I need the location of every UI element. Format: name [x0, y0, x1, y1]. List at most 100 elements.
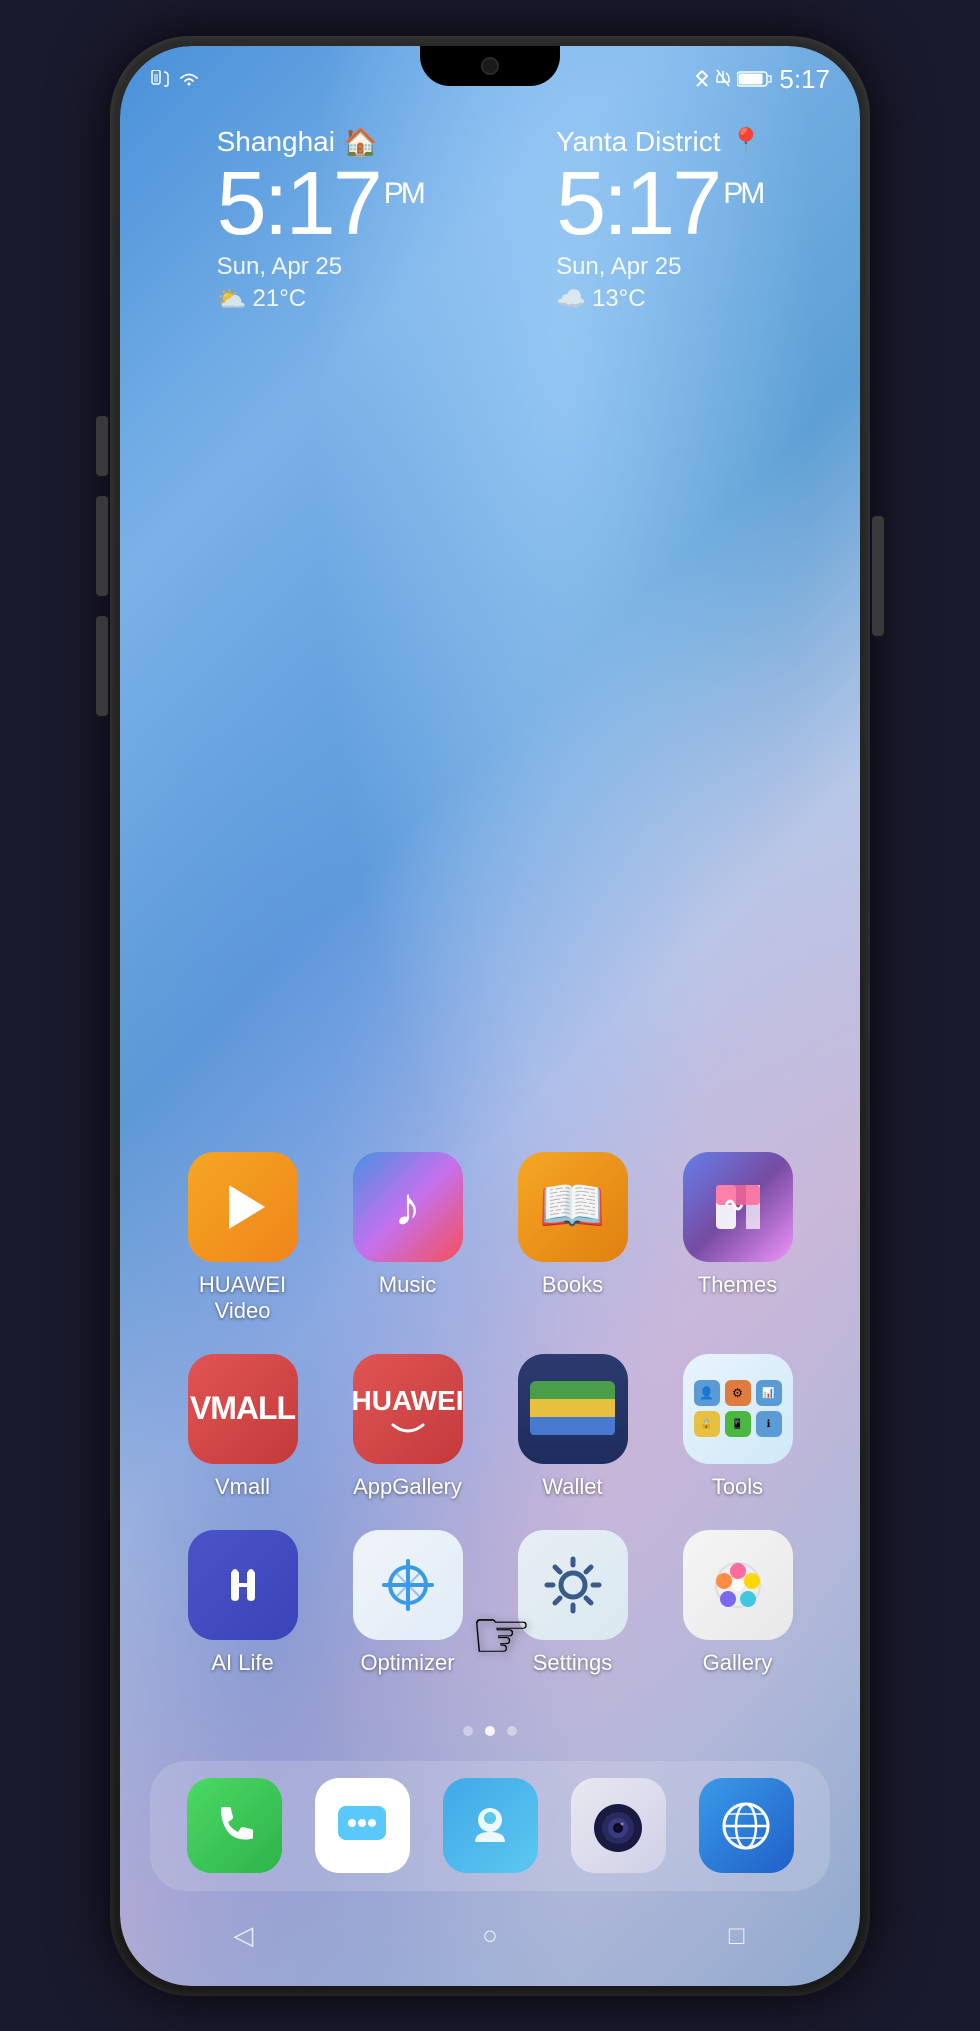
camera-icon — [588, 1796, 648, 1856]
volume-down-button[interactable] — [96, 496, 108, 596]
wallet-bar-yellow — [530, 1399, 615, 1417]
app-music[interactable]: ♪ Music — [338, 1152, 478, 1324]
location-icon: 📍 — [728, 126, 763, 159]
service-icon — [460, 1796, 520, 1856]
phone-icon — [209, 1801, 259, 1851]
nav-recent[interactable]: □ — [712, 1911, 762, 1961]
ailife-label: AI Life — [211, 1650, 273, 1676]
extra-button[interactable] — [96, 616, 108, 716]
dock-phone[interactable] — [187, 1778, 282, 1873]
music-icon: ♪ — [353, 1152, 463, 1262]
messages-dock-icon — [315, 1778, 410, 1873]
gallery-label: Gallery — [703, 1650, 773, 1676]
dock — [150, 1761, 830, 1891]
appgallery-icon: HUAWEI — [353, 1354, 463, 1464]
clock-date-1: Sun, Apr 25 — [217, 253, 423, 281]
volume-up-button[interactable] — [96, 416, 108, 476]
appgallery-label: AppGallery — [353, 1474, 462, 1500]
battery-icon — [737, 70, 773, 88]
app-themes[interactable]: Themes — [668, 1152, 808, 1324]
settings-svg — [539, 1551, 607, 1619]
power-button[interactable] — [872, 516, 884, 636]
cursor-hand: ☞ — [470, 1594, 533, 1676]
wifi-icon — [178, 70, 200, 88]
app-vmall[interactable]: VMALL Vmall — [173, 1354, 313, 1500]
themes-svg — [708, 1177, 768, 1237]
tools-cell-2: ⚙ — [725, 1380, 751, 1406]
status-time: 5:17 — [779, 64, 830, 95]
nav-bar: ◁ ○ □ — [120, 1906, 860, 1966]
dock-messages[interactable] — [315, 1778, 410, 1873]
nav-home[interactable]: ○ — [465, 1911, 515, 1961]
wallet-bar-green — [530, 1381, 615, 1399]
front-camera — [481, 57, 499, 75]
phone-frame: 5:17 Shanghai 🏠 5:17PM Sun, Apr 25 ⛅ — [110, 36, 870, 1996]
themes-label: Themes — [698, 1272, 777, 1298]
browser-icon — [716, 1796, 776, 1856]
tools-cell-4: 🔒 — [694, 1411, 720, 1437]
music-label: Music — [379, 1272, 436, 1298]
browser-dock-icon — [699, 1778, 794, 1873]
app-tools[interactable]: 👤 ⚙ 📊 🔒 — [668, 1354, 808, 1500]
huawei-video-label: HUAWEI Video — [173, 1272, 313, 1324]
tools-cell-1: 👤 — [694, 1380, 720, 1406]
app-ailife[interactable]: AI Life — [173, 1530, 313, 1676]
optimizer-label: Optimizer — [360, 1650, 454, 1676]
camera-dock-icon — [571, 1778, 666, 1873]
tools-label: Tools — [712, 1474, 763, 1500]
clock-time-2: 5:17PM — [556, 159, 763, 249]
app-row-1: HUAWEI Video ♪ Music 📖 Books — [160, 1152, 820, 1324]
huawei-video-icon — [188, 1152, 298, 1262]
clock-weather-1: ⛅ 21°C — [217, 285, 423, 314]
tools-grid: 👤 ⚙ 📊 🔒 — [686, 1372, 790, 1445]
play-icon — [229, 1185, 265, 1229]
ailife-svg — [211, 1553, 275, 1617]
gallery-svg — [704, 1551, 772, 1619]
wallet-stripe — [530, 1381, 615, 1436]
app-row-2: VMALL Vmall HUAWEI — [160, 1354, 820, 1500]
app-appgallery[interactable]: HUAWEI AppGallery — [338, 1354, 478, 1500]
status-left-icons — [150, 70, 200, 88]
wallet-label: Wallet — [542, 1474, 602, 1500]
clock-date-2: Sun, Apr 25 — [556, 253, 763, 281]
app-books[interactable]: 📖 Books — [503, 1152, 643, 1324]
ailife-icon — [188, 1530, 298, 1640]
nav-back[interactable]: ◁ — [218, 1911, 268, 1961]
clock-time-1: 5:17PM — [217, 159, 423, 249]
bluetooth-icon — [695, 69, 709, 89]
dock-camera[interactable] — [571, 1778, 666, 1873]
phone-dock-icon — [187, 1778, 282, 1873]
books-icon: 📖 — [518, 1152, 628, 1262]
settings-icon — [518, 1530, 628, 1640]
gallery-icon — [683, 1530, 793, 1640]
vmall-label: Vmall — [215, 1474, 270, 1500]
tools-icon: 👤 ⚙ 📊 🔒 — [683, 1354, 793, 1464]
dock-service[interactable] — [443, 1778, 538, 1873]
app-optimizer[interactable]: Optimizer — [338, 1530, 478, 1676]
messages-icon — [332, 1796, 392, 1856]
app-huawei-video[interactable]: HUAWEI Video — [173, 1152, 313, 1324]
page-dot-2 — [485, 1726, 495, 1736]
sim-icon — [150, 70, 172, 88]
tools-cell-5: 📱 — [725, 1411, 751, 1437]
status-right-area: 5:17 — [695, 64, 830, 95]
wallet-icon — [518, 1354, 628, 1464]
notch — [420, 46, 560, 86]
app-wallet[interactable]: Wallet — [503, 1354, 643, 1500]
vmall-icon: VMALL — [188, 1354, 298, 1464]
themes-icon — [683, 1152, 793, 1262]
screen: 5:17 Shanghai 🏠 5:17PM Sun, Apr 25 ⛅ — [120, 46, 860, 1986]
clock-weather-2: ☁️ 13°C — [556, 285, 763, 314]
clock-city-2: Yanta District 📍 5:17PM Sun, Apr 25 ☁️ 1… — [556, 126, 763, 314]
tools-cell-6: ℹ — [756, 1411, 782, 1437]
dock-browser[interactable] — [699, 1778, 794, 1873]
page-dot-1 — [463, 1726, 473, 1736]
page-dots — [120, 1726, 860, 1736]
tools-cell-3: 📊 — [756, 1380, 782, 1406]
app-gallery[interactable]: Gallery — [668, 1530, 808, 1676]
weather-icon-2: ☁️ — [556, 285, 586, 314]
weather-icon-1: ⛅ — [217, 285, 247, 314]
appgallery-smile — [388, 1417, 428, 1433]
silent-icon — [715, 69, 731, 89]
clock-city-1: Shanghai 🏠 5:17PM Sun, Apr 25 ⛅ 21°C — [217, 126, 423, 314]
